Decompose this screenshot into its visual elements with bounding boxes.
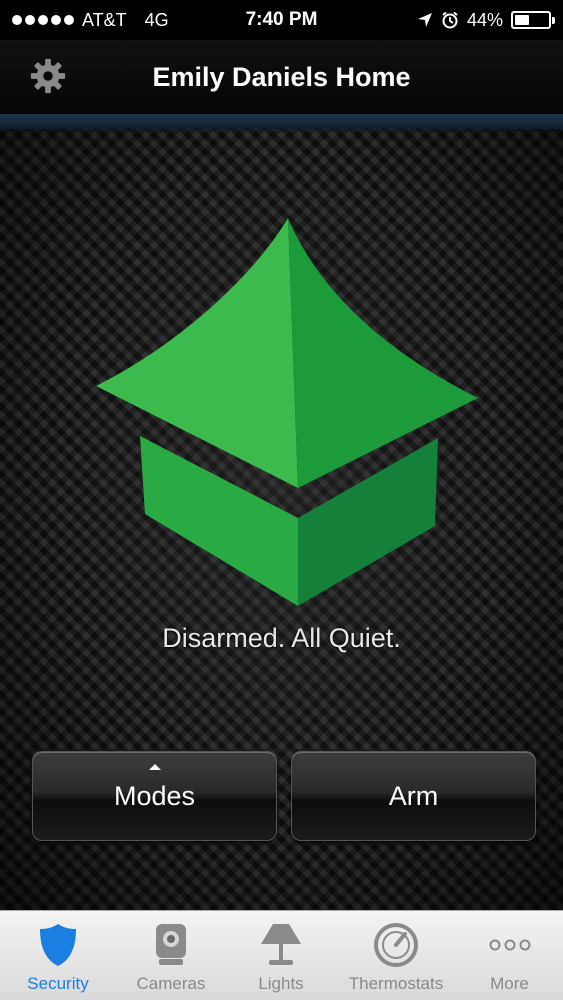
tab-cameras[interactable]: Cameras (116, 911, 226, 1000)
battery-fill (515, 15, 530, 25)
tab-more[interactable]: More (456, 911, 563, 1000)
header-accent-bar (0, 114, 563, 129)
tab-label: More (490, 974, 529, 993)
caret-up-icon (148, 764, 161, 770)
security-status-text: Disarmed. All Quiet. (162, 623, 401, 653)
tab-security[interactable]: Security (0, 911, 116, 1000)
carrier-label: AT&T (82, 9, 127, 30)
modes-button[interactable]: Modes (32, 751, 277, 841)
alarm-clock-icon (442, 11, 458, 29)
app-screen: AT&T 4G 7:40 PM 44% Emily Daniels Home D… (0, 0, 563, 1000)
house-status-icon (96, 218, 478, 606)
status-bar: AT&T 4G 7:40 PM 44% (0, 0, 563, 40)
location-arrow-icon (417, 13, 432, 27)
network-label: 4G (144, 9, 169, 30)
battery-icon (511, 11, 555, 29)
signal-strength-icon (12, 15, 74, 25)
navigation-bar: Emily Daniels Home (0, 40, 563, 114)
tab-bar: Security Cameras Lights Thermostats More (0, 910, 563, 1000)
security-panel: Disarmed. All Quiet. Modes Arm (0, 129, 563, 910)
tab-label: Lights (258, 974, 304, 993)
battery-percent: 44% (466, 9, 503, 30)
status-bar-left: AT&T 4G (12, 10, 212, 31)
tab-label: Cameras (136, 974, 206, 993)
arm-button[interactable]: Arm (291, 751, 536, 841)
tab-lights[interactable]: Lights (226, 911, 336, 1000)
shield-icon (40, 924, 76, 966)
settings-button[interactable] (28, 56, 68, 96)
tab-label: Thermostats (348, 974, 444, 993)
thermostat-icon (374, 923, 418, 967)
gear-icon (30, 58, 66, 94)
status-bar-right: 44% (417, 9, 555, 31)
tab-label: Security (27, 974, 89, 993)
modes-button-label: Modes (113, 780, 196, 811)
camera-icon (156, 924, 186, 965)
page-title: Emily Daniels Home (152, 61, 411, 92)
status-time: 7:40 PM (245, 9, 318, 30)
arm-button-label: Arm (388, 780, 439, 811)
tab-thermostats[interactable]: Thermostats (336, 911, 456, 1000)
more-icon (489, 939, 530, 951)
lamp-icon (261, 924, 301, 965)
